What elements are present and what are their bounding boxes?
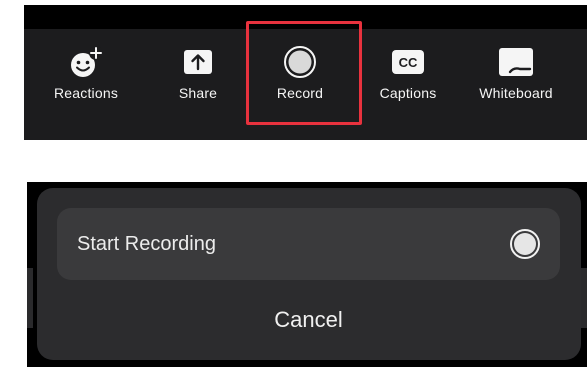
record-highlight-box [246,21,362,125]
meeting-toolbar: Reactions Share Record CC Captions White… [24,5,587,140]
start-recording-label: Start Recording [77,232,216,255]
record-radio-icon [510,229,540,259]
captions-label: Captions [379,85,437,101]
add-reaction-icon [66,45,106,79]
share-label: Share [178,85,218,101]
captions-button[interactable]: CC Captions [374,45,442,101]
start-recording-option[interactable]: Start Recording [57,208,560,280]
closed-captions-icon: CC [388,45,428,79]
whiteboard-button[interactable]: Whiteboard [471,45,561,101]
captions-badge-text: CC [399,55,418,70]
reactions-button[interactable]: Reactions [48,45,124,101]
backdrop-edge-right [580,268,587,328]
reactions-label: Reactions [53,85,119,101]
backdrop-edge-left [27,268,33,328]
whiteboard-icon [496,45,536,79]
share-upload-icon [178,45,218,79]
record-action-sheet: Start Recording Cancel [37,188,581,360]
record-radio-fill [514,233,536,255]
whiteboard-label: Whiteboard [479,85,553,101]
cancel-button[interactable]: Cancel [57,296,560,344]
share-button[interactable]: Share [168,45,228,101]
